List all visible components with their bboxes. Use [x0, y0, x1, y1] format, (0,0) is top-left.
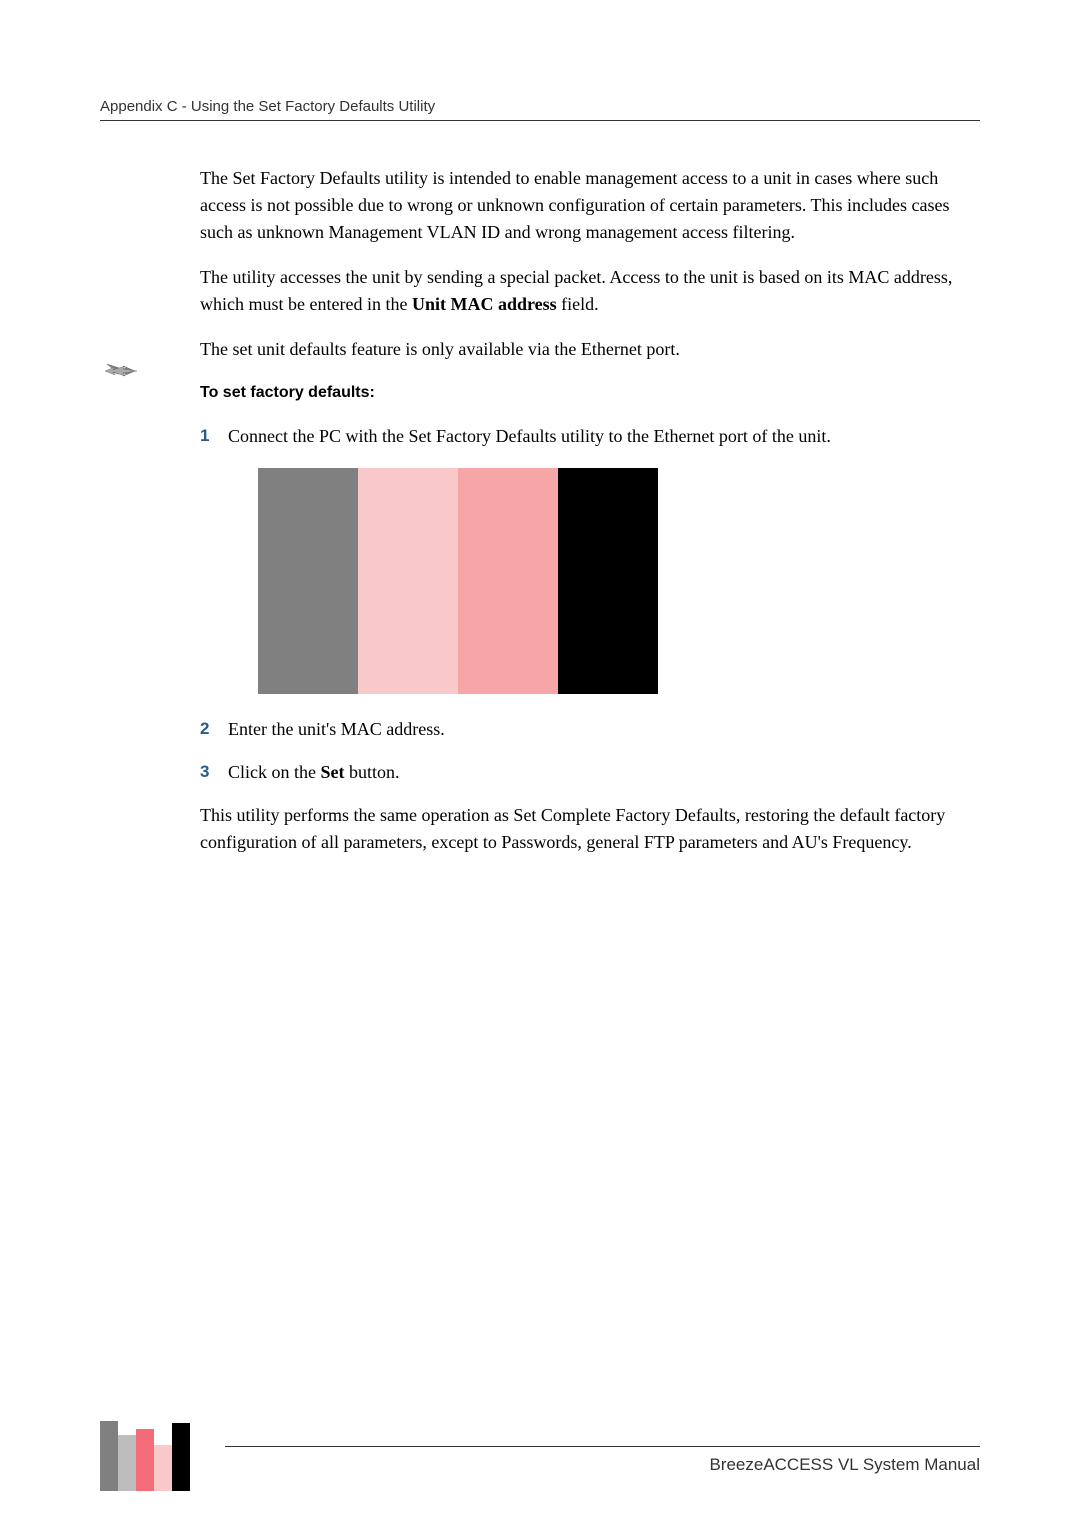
closing-paragraph: This utility performs the same operation… — [200, 802, 980, 856]
page-header: Appendix C - Using the Set Factory Defau… — [100, 98, 980, 121]
unit-mac-address-label: Unit MAC address — [412, 294, 557, 314]
footer-logo — [100, 1421, 190, 1491]
step-text: Connect the PC with the Set Factory Defa… — [228, 423, 980, 450]
figure-stripe — [558, 468, 658, 694]
page-footer: BreezeACCESS VL System Manual — [100, 1407, 980, 1487]
logo-bar — [136, 1429, 154, 1491]
set-button-label: Set — [321, 762, 345, 782]
intro-paragraph-2: The utility accesses the unit by sending… — [200, 264, 980, 318]
step3-pre: Click on the — [228, 762, 321, 782]
procedure-steps-continued: 2 Enter the unit's MAC address. 3 Click … — [200, 716, 980, 786]
footer-manual-title: BreezeACCESS VL System Manual — [709, 1455, 980, 1475]
logo-bar — [118, 1435, 136, 1491]
step-item: 3 Click on the Set button. — [200, 759, 980, 786]
figure-stripe — [258, 468, 358, 694]
logo-bar — [100, 1421, 118, 1491]
logo-bar — [172, 1423, 190, 1491]
figure-stripe — [358, 468, 458, 694]
intro-paragraph-3: The set unit defaults feature is only av… — [200, 336, 980, 363]
main-content: The Set Factory Defaults utility is inte… — [200, 165, 980, 874]
step3-post: button. — [345, 762, 400, 782]
pointer-icon — [105, 362, 137, 380]
figure-stripe — [458, 468, 558, 694]
breadcrumb: Appendix C - Using the Set Factory Defau… — [100, 98, 435, 115]
utility-screenshot-placeholder — [258, 468, 658, 694]
step-text: Enter the unit's MAC address. — [228, 716, 980, 743]
step-number: 3 — [200, 759, 228, 786]
step-number: 1 — [200, 423, 228, 450]
step-text: Click on the Set button. — [228, 759, 980, 786]
procedure-steps: 1 Connect the PC with the Set Factory De… — [200, 423, 980, 450]
para2-post: field. — [557, 294, 599, 314]
footer-rule — [225, 1446, 980, 1447]
intro-paragraph-1: The Set Factory Defaults utility is inte… — [200, 165, 980, 246]
step-item: 2 Enter the unit's MAC address. — [200, 716, 980, 743]
step-number: 2 — [200, 716, 228, 743]
procedure-heading: To set factory defaults: — [200, 381, 980, 405]
logo-bar — [154, 1445, 172, 1491]
step-item: 1 Connect the PC with the Set Factory De… — [200, 423, 980, 450]
